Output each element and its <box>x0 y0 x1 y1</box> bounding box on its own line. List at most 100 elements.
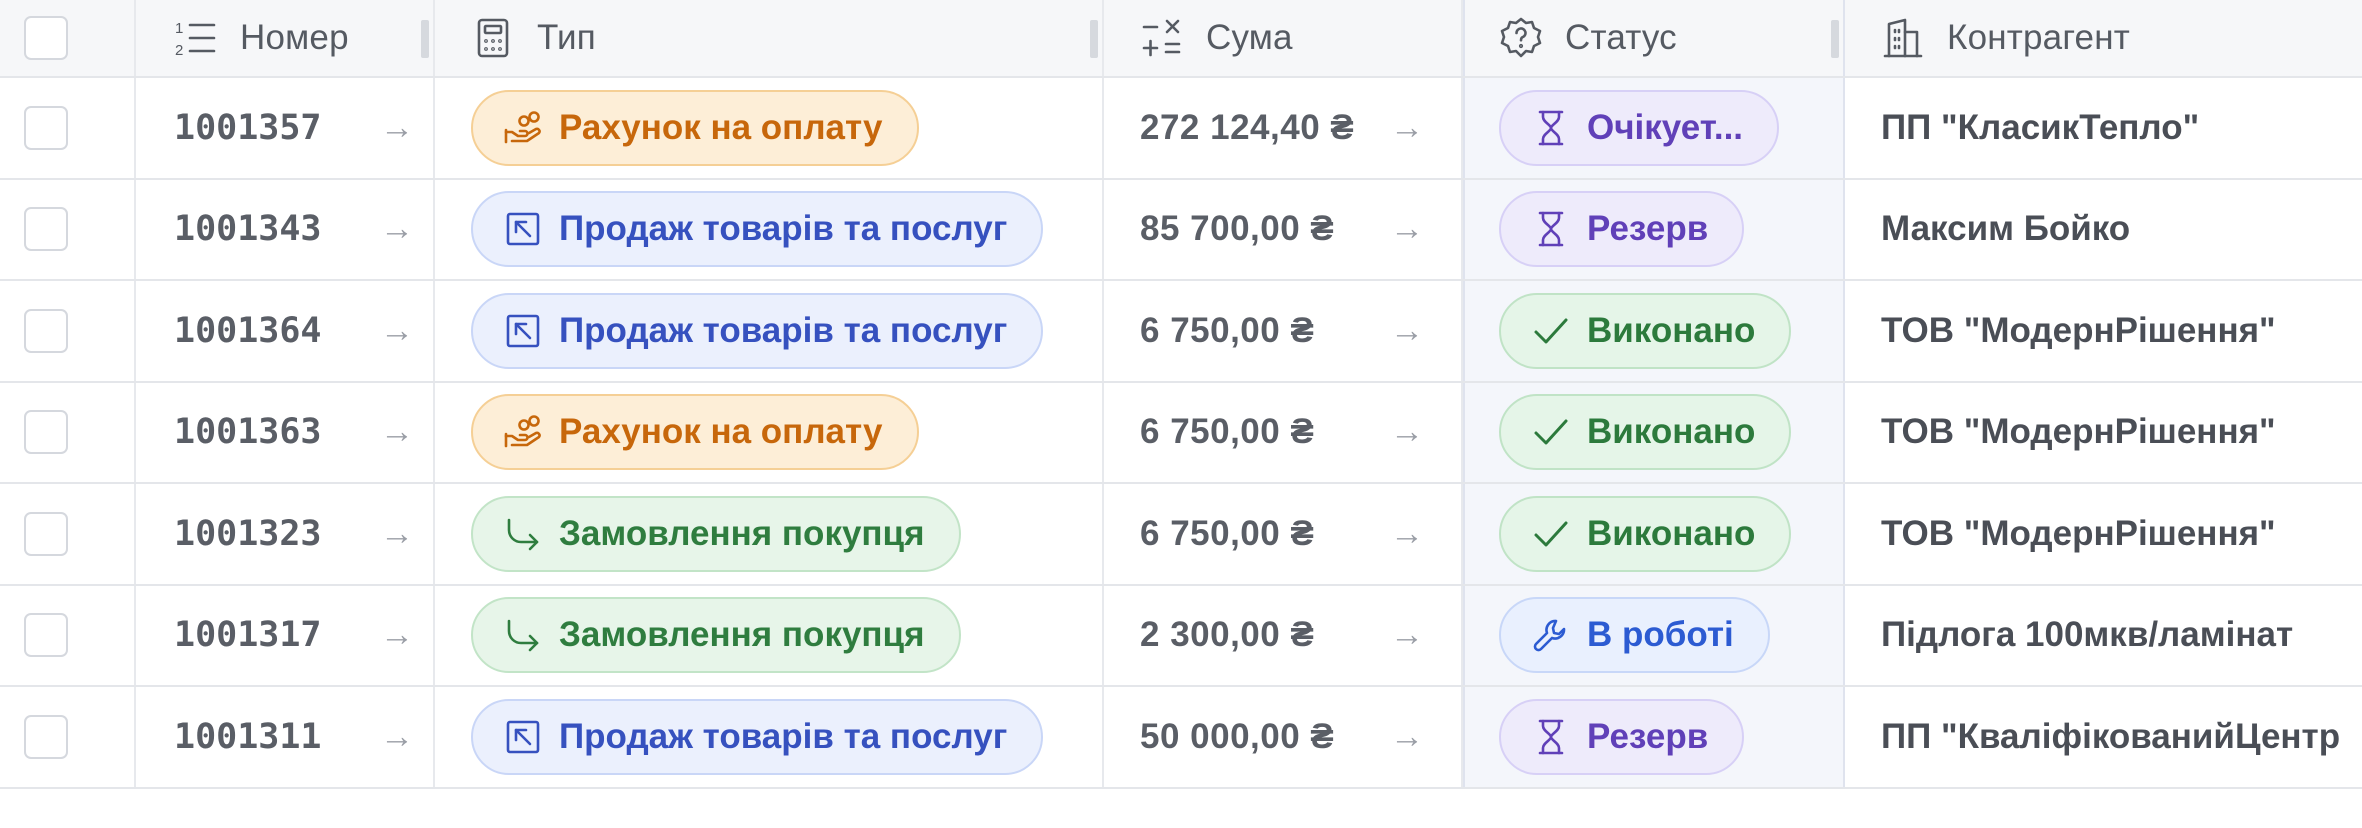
header-number[interactable]: 1 2 Номер <box>136 0 435 76</box>
type-badge[interactable]: Замовлення покупця <box>471 495 961 572</box>
select-all-checkbox[interactable] <box>24 16 68 60</box>
sum-cell[interactable]: 85 700,00 ₴ → <box>1104 179 1463 279</box>
open-arrow-icon[interactable]: → <box>1390 616 1424 655</box>
sum-cell[interactable]: 6 750,00 ₴ → <box>1104 382 1463 482</box>
row-checkbox[interactable] <box>24 410 68 455</box>
number-cell[interactable]: 1001363 → <box>136 382 435 482</box>
counterparty-cell[interactable]: ТОВ "МодернРішення" <box>1845 281 2362 381</box>
number-cell[interactable]: 1001311 → <box>136 687 435 787</box>
row-select-cell <box>0 382 136 482</box>
row-select-cell <box>0 281 136 381</box>
building-icon <box>1881 16 1925 60</box>
type-badge[interactable]: Продаж товарів та послуг <box>471 698 1044 775</box>
row-checkbox[interactable] <box>24 105 68 150</box>
column-resize-handle[interactable] <box>421 20 429 58</box>
counterparty-cell[interactable]: ПП "КваліфікованийЦентр <box>1845 687 2362 787</box>
counterparty-cell[interactable]: ТОВ "МодернРішення" <box>1845 484 2362 584</box>
open-arrow-icon[interactable]: → <box>1390 108 1424 147</box>
check-icon <box>1531 412 1571 452</box>
row-checkbox[interactable] <box>24 613 68 658</box>
counterparty-name: ТОВ "МодернРішення" <box>1881 513 2276 553</box>
status-cell: Очікует... <box>1463 78 1845 178</box>
row-checkbox[interactable] <box>24 511 68 556</box>
document-number: 1001357 <box>174 107 322 148</box>
sum-cell[interactable]: 6 750,00 ₴ → <box>1104 281 1463 381</box>
counterparty-cell[interactable]: Максим Бойко <box>1845 180 2362 280</box>
open-arrow-icon[interactable]: → <box>1390 413 1424 452</box>
open-arrow-icon[interactable]: → <box>380 717 414 756</box>
open-arrow-icon[interactable]: → <box>1390 514 1424 553</box>
hourglass-icon <box>1531 717 1571 757</box>
calculator-icon <box>471 16 515 60</box>
open-arrow-icon[interactable]: → <box>1390 311 1424 350</box>
sum-cell[interactable]: 2 300,00 ₴ → <box>1104 585 1463 685</box>
header-sum-label: Сума <box>1206 18 1293 57</box>
row-select-cell <box>0 179 136 279</box>
column-resize-handle[interactable] <box>1831 20 1839 58</box>
counterparty-cell[interactable]: Підлога 100мкв/ламінат <box>1845 586 2362 686</box>
table-row[interactable]: 1001343 → Продаж товарів та послуг 85 70… <box>0 179 2362 281</box>
sum-value: 50 000,00 ₴ <box>1140 716 1335 756</box>
counterparty-cell[interactable]: ПП "КласикТепло" <box>1845 78 2362 178</box>
header-sum[interactable]: Сума <box>1104 0 1463 76</box>
header-status[interactable]: Статус <box>1463 0 1845 76</box>
check-icon <box>1531 311 1571 351</box>
open-arrow-icon[interactable]: → <box>1390 717 1424 756</box>
type-cell: Продаж товарів та послуг <box>435 179 1104 279</box>
open-arrow-icon[interactable]: → <box>380 616 414 655</box>
type-badge[interactable]: Замовлення покупця <box>471 597 961 674</box>
status-badge[interactable]: Виконано <box>1499 292 1792 369</box>
table-row[interactable]: 1001364 → Продаж товарів та послуг 6 750… <box>0 281 2362 383</box>
header-status-label: Статус <box>1565 18 1677 57</box>
sum-cell[interactable]: 6 750,00 ₴ → <box>1104 484 1463 584</box>
table-row[interactable]: 1001311 → Продаж товарів та послуг 50 00… <box>0 687 2362 789</box>
table-row[interactable]: 1001323 → Замовлення покупця 6 750,00 ₴ … <box>0 484 2362 586</box>
column-resize-handle[interactable] <box>1090 20 1098 58</box>
number-cell[interactable]: 1001364 → <box>136 281 435 381</box>
row-select-cell <box>0 484 136 584</box>
type-badge[interactable]: Продаж товарів та послуг <box>471 191 1044 268</box>
table-row[interactable]: 1001357 → Рахунок на оплату 272 124,40 ₴… <box>0 78 2362 180</box>
type-badge[interactable]: Продаж товарів та послуг <box>471 292 1044 369</box>
hand-coins-icon <box>503 108 543 148</box>
table-row[interactable]: 1001363 → Рахунок на оплату 6 750,00 ₴ →… <box>0 382 2362 484</box>
type-badge[interactable]: Рахунок на оплату <box>471 89 919 166</box>
status-label: Виконано <box>1587 513 1756 553</box>
status-badge[interactable]: Резерв <box>1499 698 1745 775</box>
status-badge[interactable]: Виконано <box>1499 394 1792 471</box>
status-badge[interactable]: Резерв <box>1499 191 1745 268</box>
open-arrow-icon[interactable]: → <box>1390 210 1424 249</box>
type-badge[interactable]: Рахунок на оплату <box>471 394 919 471</box>
sum-cell[interactable]: 50 000,00 ₴ → <box>1104 687 1463 787</box>
sum-value: 6 750,00 ₴ <box>1140 513 1315 553</box>
status-label: В роботі <box>1587 615 1734 655</box>
table-row[interactable]: 1001317 → Замовлення покупця 2 300,00 ₴ … <box>0 585 2362 687</box>
number-cell[interactable]: 1001343 → <box>136 179 435 279</box>
row-checkbox[interactable] <box>24 308 68 353</box>
number-cell[interactable]: 1001357 → <box>136 78 435 178</box>
open-arrow-icon[interactable]: → <box>380 514 414 553</box>
counterparty-cell[interactable]: ТОВ "МодернРішення" <box>1845 383 2362 483</box>
row-checkbox[interactable] <box>24 207 68 252</box>
svg-text:1: 1 <box>175 20 183 37</box>
open-arrow-icon[interactable]: → <box>380 413 414 452</box>
status-badge[interactable]: Виконано <box>1499 495 1792 572</box>
header-number-label: Номер <box>240 18 349 57</box>
number-cell[interactable]: 1001323 → <box>136 484 435 584</box>
document-number: 1001311 <box>174 716 322 757</box>
open-arrow-icon[interactable]: → <box>380 210 414 249</box>
number-cell[interactable]: 1001317 → <box>136 585 435 685</box>
status-badge[interactable]: В роботі <box>1499 597 1770 674</box>
sum-cell[interactable]: 272 124,40 ₴ → <box>1104 78 1463 178</box>
counterparty-name: ПП "КваліфікованийЦентр <box>1881 716 2341 756</box>
math-operations-icon <box>1140 16 1184 60</box>
open-arrow-icon[interactable]: → <box>380 108 414 147</box>
status-badge[interactable]: Очікует... <box>1499 89 1780 166</box>
open-arrow-icon[interactable]: → <box>380 311 414 350</box>
row-checkbox[interactable] <box>24 714 68 759</box>
status-label: Виконано <box>1587 412 1756 452</box>
status-cell: Виконано <box>1463 382 1845 482</box>
hourglass-icon <box>1531 108 1571 148</box>
header-type[interactable]: Тип <box>435 0 1104 76</box>
header-counterparty[interactable]: Контрагент <box>1845 0 2362 76</box>
